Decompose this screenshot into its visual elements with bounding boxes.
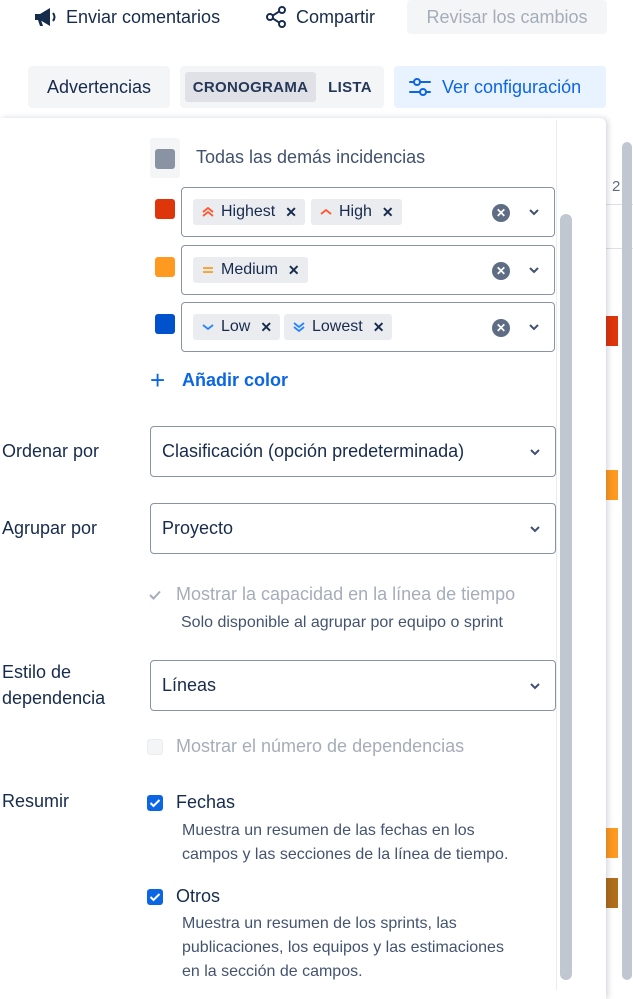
priority-multiselect[interactable]: Low ✕ Lowest ✕ ✕ bbox=[181, 302, 555, 352]
priority-low-icon bbox=[202, 324, 214, 331]
view-mode-switcher: CRONOGRAMA LISTA bbox=[180, 66, 384, 108]
sort-by-value: Clasificación (opción predeterminada) bbox=[162, 441, 465, 461]
summarize-other-label: Otros bbox=[176, 886, 221, 906]
priority-tag-label: Medium bbox=[221, 261, 278, 278]
summarize-other-row[interactable]: Otros bbox=[147, 886, 220, 907]
remove-tag-icon[interactable]: ✕ bbox=[382, 204, 394, 221]
sort-by-label: Ordenar por bbox=[2, 441, 100, 461]
share-icon bbox=[266, 6, 286, 28]
view-bar: Advertencias CRONOGRAMA LISTA Ver config… bbox=[0, 66, 633, 108]
chevron-down-icon[interactable] bbox=[528, 322, 540, 332]
dependency-style-label-line1: Estilo de bbox=[2, 662, 72, 682]
summarize-dates-row[interactable]: Fechas bbox=[147, 792, 235, 813]
clear-selection-icon[interactable]: ✕ bbox=[492, 204, 510, 222]
chevron-down-icon[interactable] bbox=[528, 207, 540, 217]
dependency-style-select[interactable]: Líneas bbox=[150, 660, 556, 711]
dependency-style-label-line2: dependencia bbox=[2, 688, 106, 708]
megaphone-icon bbox=[35, 8, 56, 26]
priority-multiselect[interactable]: Medium ✕ ✕ bbox=[181, 245, 555, 295]
timeline-bar[interactable] bbox=[606, 470, 618, 500]
share-label: Compartir bbox=[296, 6, 376, 27]
priority-tag: Medium ✕ bbox=[193, 257, 308, 283]
warnings-button[interactable]: Advertencias bbox=[28, 66, 170, 108]
priority-lowest-icon bbox=[293, 322, 305, 333]
summarize-other-desc-line: Muestra un resumen de los sprints, las bbox=[182, 915, 457, 932]
timeline-bar[interactable] bbox=[606, 828, 618, 858]
priority-tag-label: Lowest bbox=[312, 318, 363, 335]
warnings-label: Advertencias bbox=[46, 76, 152, 97]
priority-tag: Low ✕ bbox=[193, 314, 281, 340]
color-swatch-red[interactable] bbox=[155, 199, 175, 219]
priority-tag-label: Highest bbox=[221, 203, 276, 220]
summarize-other-desc-line: en la sección de campos. bbox=[182, 963, 363, 980]
chevron-down-icon bbox=[530, 683, 540, 690]
color-swatch-blue[interactable] bbox=[155, 314, 175, 334]
group-by-label: Agrupar por bbox=[2, 518, 98, 538]
priority-tag: Lowest ✕ bbox=[284, 314, 393, 340]
clear-selection-icon[interactable]: ✕ bbox=[492, 262, 510, 280]
send-feedback-button[interactable]: Enviar comentarios bbox=[32, 0, 220, 34]
view-mode-list[interactable]: LISTA bbox=[320, 72, 380, 102]
timeline-bar[interactable] bbox=[606, 316, 618, 346]
summarize-other-desc-line: publicaciones, los equipos y las estimac… bbox=[182, 939, 504, 956]
color-swatch-orange[interactable] bbox=[155, 257, 175, 277]
send-feedback-label: Enviar comentarios bbox=[66, 6, 221, 27]
top-toolbar: Enviar comentarios Compartir Revisar los… bbox=[0, 0, 633, 50]
panel-scrollbar[interactable] bbox=[560, 214, 572, 980]
share-button[interactable]: Compartir bbox=[264, 0, 375, 34]
dependency-count-checkbox-row[interactable]: Mostrar el número de dependencias bbox=[147, 736, 464, 757]
priority-tag: High ✕ bbox=[311, 199, 402, 225]
view-settings-button[interactable]: Ver configuración bbox=[394, 66, 606, 108]
sliders-icon bbox=[409, 78, 431, 96]
checkmark-icon bbox=[149, 798, 161, 807]
capacity-label: Mostrar la capacidad en la línea de tiem… bbox=[176, 584, 516, 604]
summarize-dates-checkbox[interactable] bbox=[147, 794, 163, 811]
summarize-label: Resumir bbox=[2, 791, 70, 811]
remove-tag-icon[interactable]: ✕ bbox=[373, 319, 385, 336]
timeline-scrollbar[interactable] bbox=[622, 142, 632, 980]
all-other-color-swatch bbox=[155, 149, 175, 169]
add-color-button[interactable]: + Añadir color bbox=[150, 365, 289, 395]
review-changes-button[interactable]: Revisar los cambios bbox=[407, 0, 607, 34]
view-settings-label: Ver configuración bbox=[442, 76, 582, 97]
view-mode-timeline[interactable]: CRONOGRAMA bbox=[185, 72, 316, 102]
priority-tag-label: High bbox=[339, 203, 372, 220]
group-by-value: Proyecto bbox=[162, 518, 234, 538]
checkmark-icon bbox=[149, 892, 161, 901]
summarize-dates-label: Fechas bbox=[176, 792, 236, 812]
all-other-issues-label: Todas las demás incidencias bbox=[196, 147, 426, 167]
priority-tag: Highest ✕ bbox=[193, 199, 305, 225]
capacity-hint: Solo disponible al agrupar por equipo o … bbox=[181, 614, 503, 631]
priority-medium-icon bbox=[203, 267, 213, 273]
capacity-checkbox[interactable] bbox=[147, 587, 163, 603]
dependency-count-label: Mostrar el número de dependencias bbox=[176, 736, 465, 756]
timeline-bar[interactable] bbox=[606, 878, 618, 908]
add-color-label: Añadir color bbox=[182, 369, 289, 390]
all-other-color-picker[interactable] bbox=[150, 138, 180, 178]
summarize-dates-desc-line: Muestra un resumen de las fechas en los bbox=[182, 822, 475, 839]
chevron-down-icon bbox=[530, 449, 540, 456]
summarize-dates-desc-line: campos y las secciones de la línea de ti… bbox=[182, 846, 509, 863]
priority-multiselect[interactable]: Highest ✕ High ✕ ✕ bbox=[181, 187, 555, 237]
priority-high-icon bbox=[320, 208, 332, 215]
checkmark-icon bbox=[149, 590, 161, 600]
dependency-style-value: Líneas bbox=[162, 675, 217, 695]
dependency-count-checkbox[interactable] bbox=[147, 738, 163, 755]
chevron-down-icon bbox=[530, 526, 540, 533]
capacity-checkbox-row[interactable]: Mostrar la capacidad en la línea de tiem… bbox=[147, 584, 515, 605]
remove-tag-icon[interactable]: ✕ bbox=[285, 204, 297, 221]
sort-by-select[interactable]: Clasificación (opción predeterminada) bbox=[150, 426, 556, 477]
review-changes-label: Revisar los cambios bbox=[426, 6, 588, 27]
clear-selection-icon[interactable]: ✕ bbox=[492, 319, 510, 337]
plus-icon: + bbox=[150, 365, 166, 395]
remove-tag-icon[interactable]: ✕ bbox=[260, 319, 272, 336]
priority-highest-icon bbox=[202, 206, 214, 217]
chevron-down-icon[interactable] bbox=[528, 265, 540, 275]
timeline-header-fragment: 2 bbox=[612, 178, 621, 195]
remove-tag-icon[interactable]: ✕ bbox=[288, 262, 300, 279]
group-by-select[interactable]: Proyecto bbox=[150, 503, 556, 554]
priority-tag-label: Low bbox=[221, 318, 251, 335]
summarize-other-checkbox[interactable] bbox=[147, 888, 163, 905]
